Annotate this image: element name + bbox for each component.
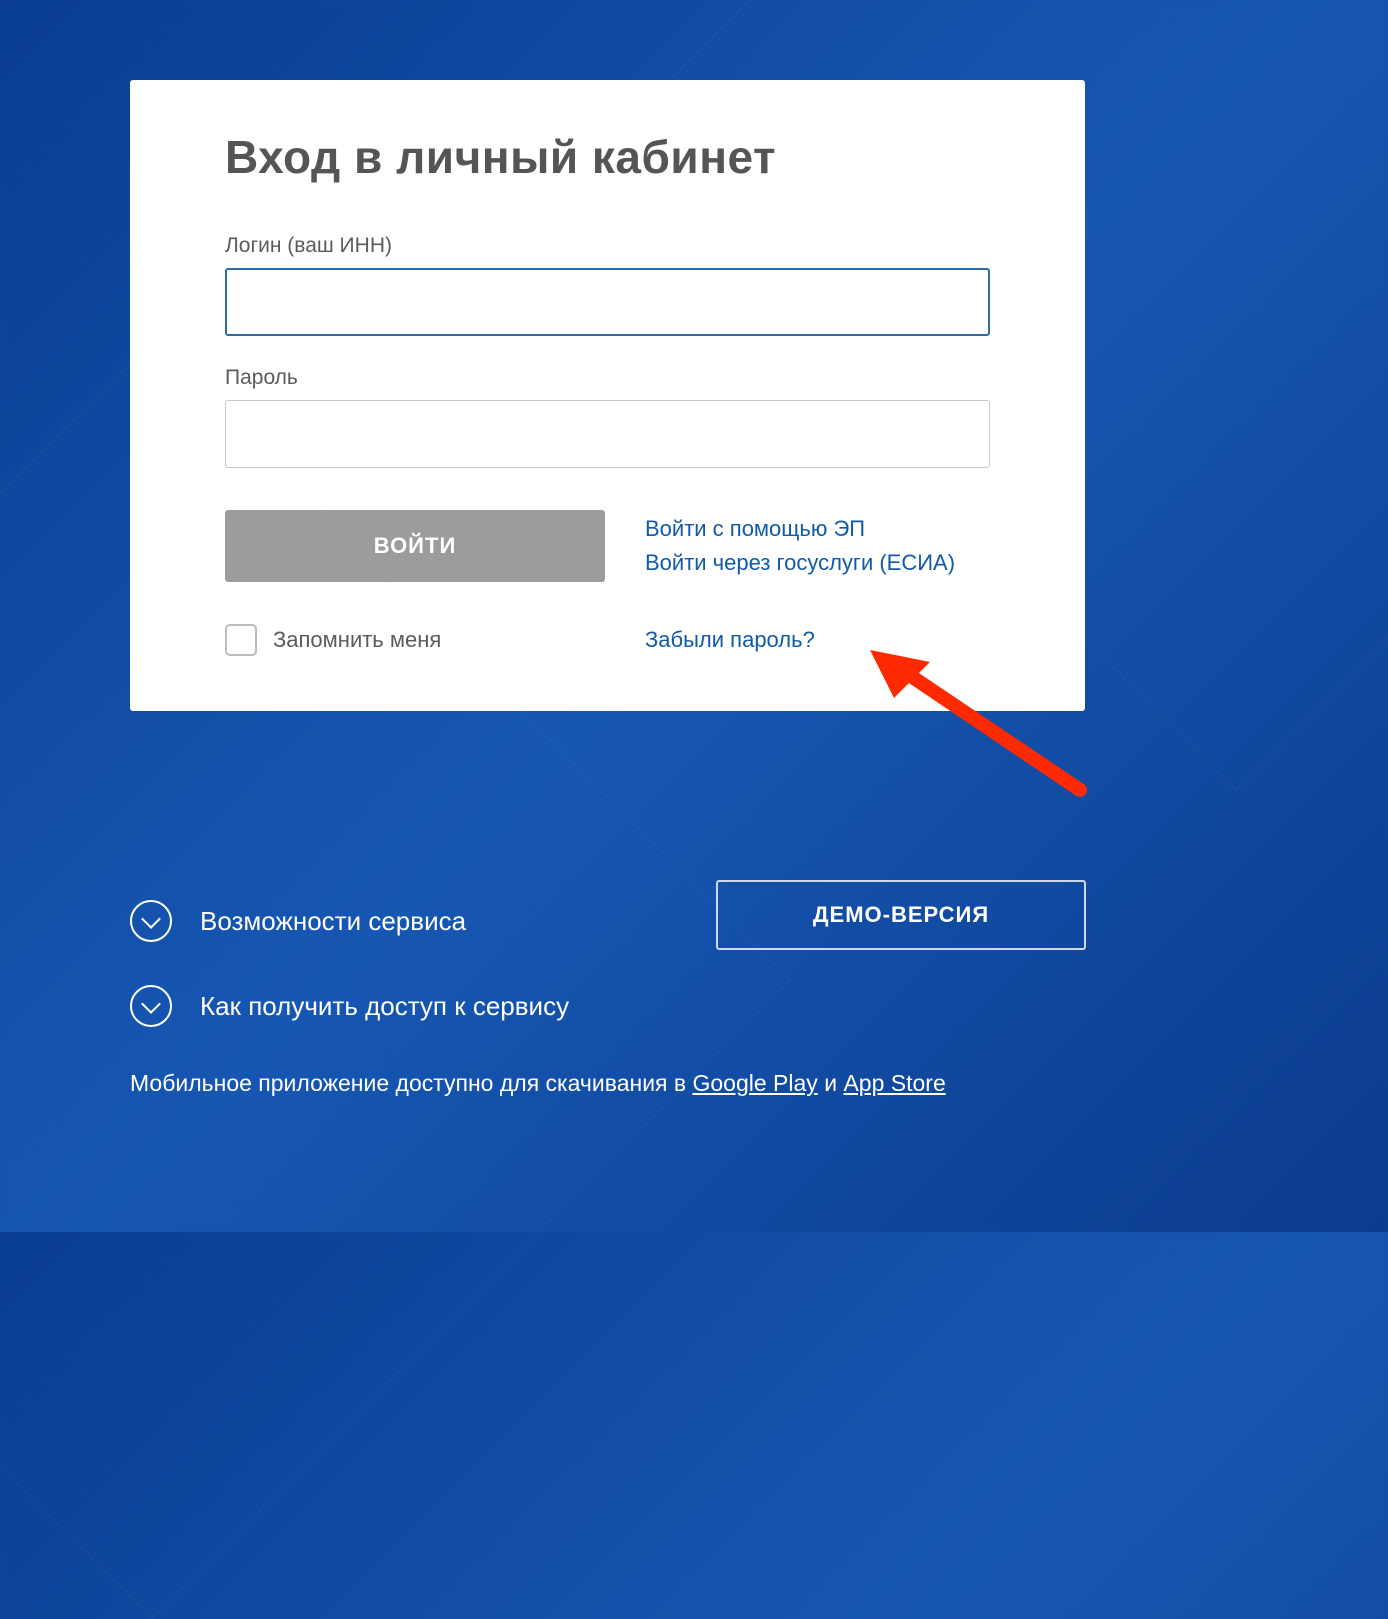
chevron-down-icon[interactable] [130,985,172,1027]
app-store-link[interactable]: App Store [843,1070,945,1096]
login-ep-link[interactable]: Войти с помощью ЭП [645,516,990,542]
login-esia-link[interactable]: Войти через госуслуги (ЕСИА) [645,550,990,576]
access-expander[interactable]: Как получить доступ к сервису [130,985,569,1027]
login-label: Логин (ваш ИНН) [225,234,990,258]
access-label[interactable]: Как получить доступ к сервису [200,991,569,1022]
remember-row: Запомнить меня Забыли пароль? [225,624,990,656]
remember-label: Запомнить меня [273,627,441,653]
app-line-prefix: Мобильное приложение доступно для скачив… [130,1070,693,1096]
demo-button[interactable]: ДЕМО-ВЕРСИЯ [716,880,1086,950]
alt-login-links: Войти с помощью ЭП Войти через госуслуги… [645,510,990,582]
forgot-password-link[interactable]: Забыли пароль? [645,627,815,653]
password-label: Пароль [225,366,990,390]
login-card: Вход в личный кабинет Логин (ваш ИНН) Па… [130,80,1085,711]
remember-checkbox[interactable] [225,624,257,656]
chevron-down-icon[interactable] [130,900,172,942]
google-play-link[interactable]: Google Play [693,1070,818,1096]
login-button[interactable]: ВОЙТИ [225,510,605,582]
features-label[interactable]: Возможности сервиса [200,906,466,937]
password-group: Пароль [225,366,990,468]
card-title: Вход в личный кабинет [225,130,990,184]
login-group: Логин (ваш ИНН) [225,234,990,336]
mobile-app-line: Мобильное приложение доступно для скачив… [130,1070,946,1097]
remember-block: Запомнить меня [225,624,605,656]
app-line-between: и [818,1070,844,1096]
password-input[interactable] [225,400,990,468]
features-expander[interactable]: Возможности сервиса [130,900,466,942]
actions-row: ВОЙТИ Войти с помощью ЭП Войти через гос… [225,510,990,582]
login-input[interactable] [225,268,990,336]
